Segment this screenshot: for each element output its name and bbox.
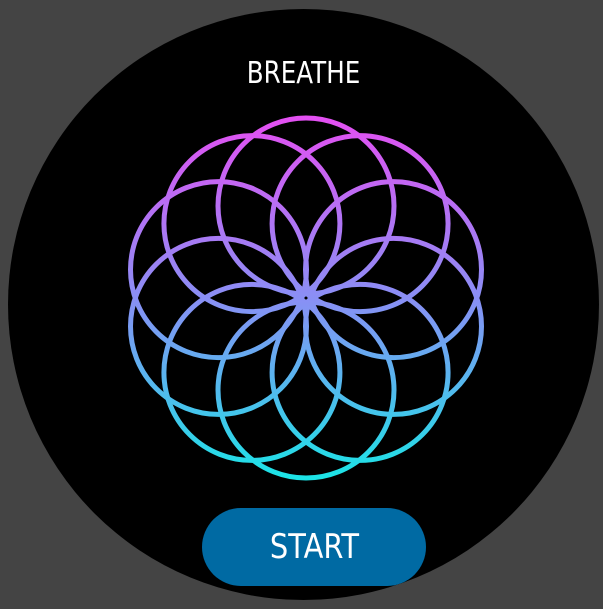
- screen: BREATHE START: [0, 0, 603, 609]
- start-button-label: START: [269, 527, 359, 567]
- app-title: BREATHE: [246, 56, 361, 91]
- flower-petals: [128, 115, 484, 481]
- breathing-flower-icon: [128, 115, 484, 481]
- watch-face: BREATHE START: [8, 9, 599, 600]
- start-button[interactable]: START: [202, 508, 426, 586]
